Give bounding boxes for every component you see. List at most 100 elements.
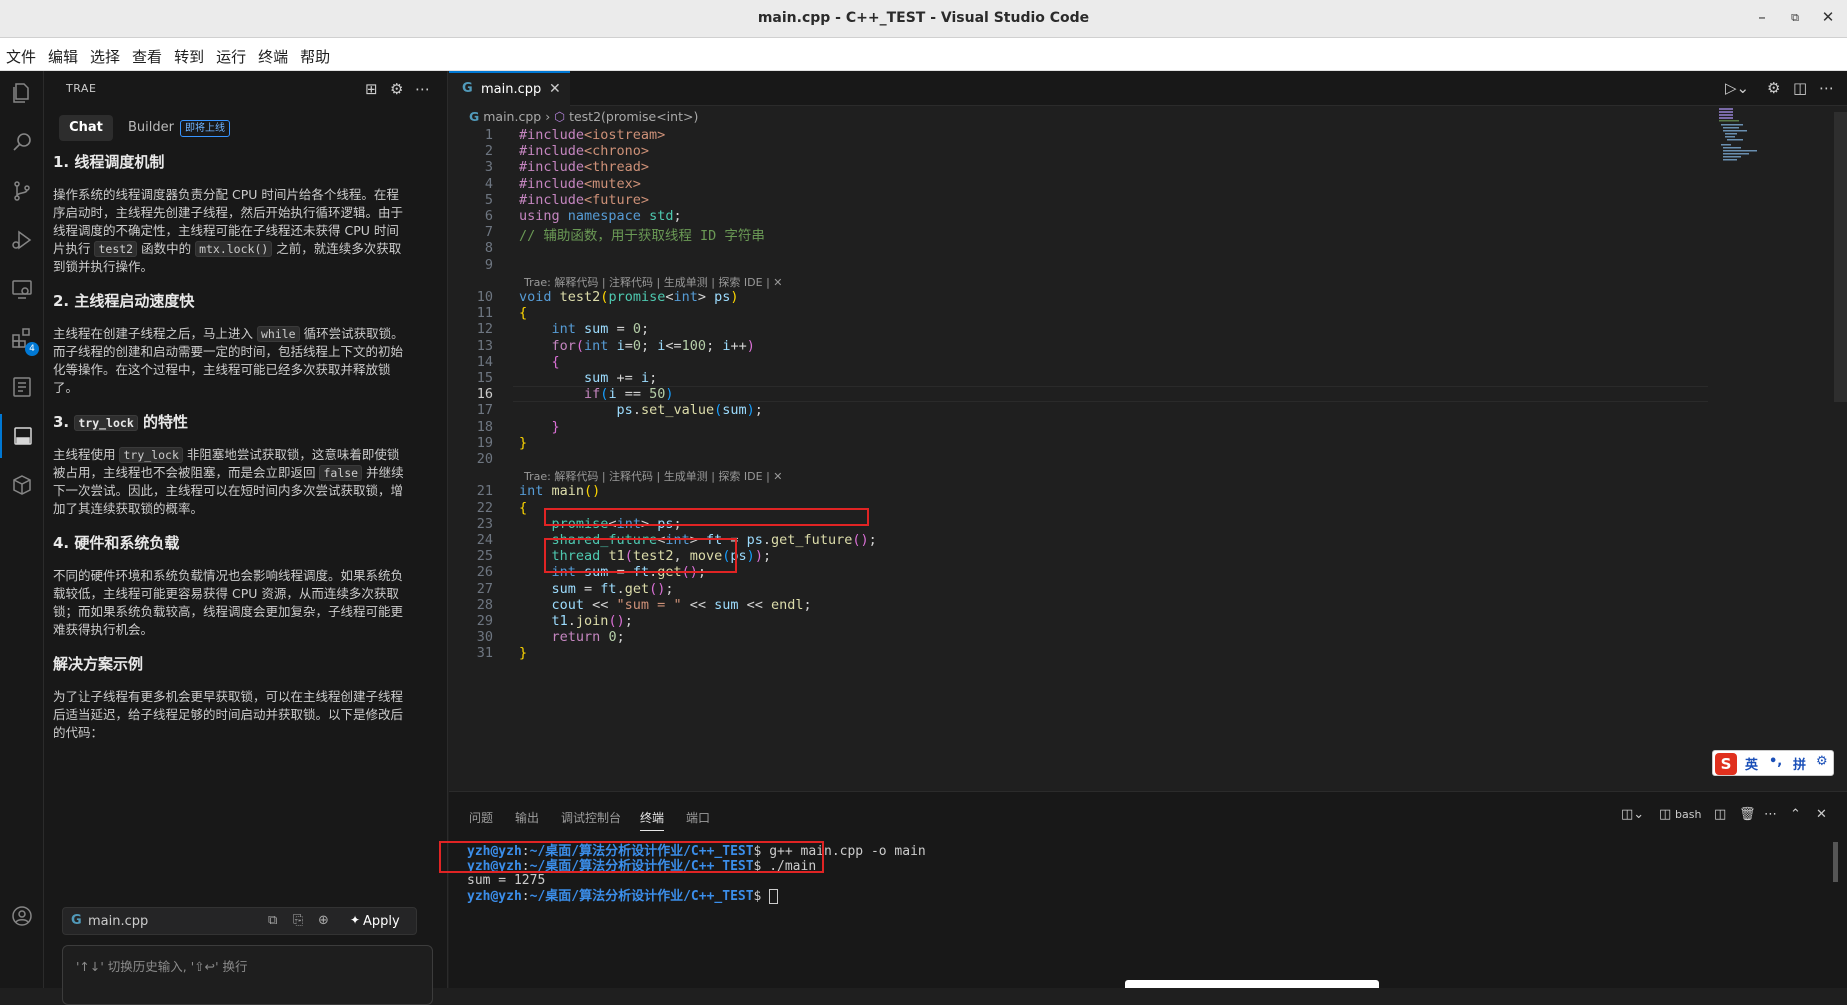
gear-icon[interactable]: ⚙ (1767, 79, 1780, 97)
maximize-panel-icon[interactable]: ⌃ (1790, 807, 1801, 822)
source-control-icon[interactable] (0, 169, 44, 213)
testing-icon[interactable] (0, 365, 44, 409)
line-number: 16 (476, 386, 493, 403)
code-line: int main() (519, 483, 601, 500)
search-icon[interactable] (0, 120, 44, 164)
restore-icon[interactable]: ⧉ (1785, 11, 1805, 25)
line-number: 8 (484, 240, 493, 257)
tab-chat[interactable]: Chat (59, 115, 113, 141)
apply-button[interactable]: Apply (363, 914, 400, 929)
section-body: 不同的硬件环境和系统负载情况也会影响线程调度。如果系统负载较低，主线程可能更容易… (53, 568, 404, 637)
close-window-icon[interactable]: ✕ (1818, 8, 1838, 26)
section-body: 为了让子线程有更多机会更早获取锁，可以在主线程创建子线程后适当延迟，给子线程足够… (53, 689, 404, 740)
panel-tab-output[interactable]: 输出 (515, 809, 539, 826)
ime-punctuation[interactable]: •, (1769, 754, 1782, 769)
close-panel-icon[interactable]: ✕ (1816, 807, 1827, 822)
panel-tab-problems[interactable]: 问题 (469, 809, 493, 826)
chat-input[interactable]: '↑↓' 切换历史输入, '⇧↩' 换行 (62, 945, 433, 1005)
ime-mode[interactable]: 拼 (1793, 754, 1806, 773)
menu-terminal[interactable]: 终端 (252, 38, 294, 71)
close-tab-icon[interactable]: ✕ (549, 81, 561, 97)
menu-help[interactable]: 帮助 (294, 38, 336, 71)
more-actions-icon[interactable]: ⋯ (1819, 79, 1834, 97)
editor-area: G main.cpp ✕ ▷⌄ ⚙ ◫ ⋯ G main.cpp › ⬡ tes… (449, 71, 1847, 791)
section-title: 3. try_lock 的特性 (53, 413, 188, 431)
codelens-actions[interactable]: Trae: 解释代码 | 注释代码 | 生成单测 | 探索 IDE | ✕ (524, 274, 783, 290)
split-editor-icon[interactable]: ◫ (1793, 79, 1807, 97)
terminal-line: yzh@yzh:~/桌面/算法分析设计作业/C++_TEST$ (467, 888, 1807, 905)
terminal-scrollbar[interactable] (1833, 842, 1838, 882)
menu-view[interactable]: 查看 (126, 38, 168, 71)
code-line: ps.set_value(sum); (616, 402, 763, 419)
code-line: void test2(promise<int> ps) (519, 289, 739, 305)
trae-chat-icon[interactable] (0, 414, 44, 458)
menu-edit[interactable]: 编辑 (42, 38, 84, 71)
new-chat-icon[interactable]: ⊞ (365, 80, 378, 98)
panel-tab-terminal[interactable]: 终端 (640, 809, 665, 831)
run-debug-icon[interactable] (0, 218, 44, 262)
line-number: 10 (476, 289, 493, 305)
terminal-line: sum = 1275 (467, 873, 546, 888)
line-number: 28 (476, 596, 493, 613)
code-line: #include<thread> (519, 159, 650, 176)
section-title: 2. 主线程启动速度快 (53, 292, 195, 310)
editor-scrollbar[interactable] (1834, 112, 1847, 402)
ime-language[interactable]: 英 (1745, 754, 1758, 773)
run-file-icon[interactable]: ▷⌄ (1725, 79, 1749, 97)
highlight-box-shared-future (544, 508, 869, 526)
code-line: sum = ft.get(); (551, 580, 674, 597)
split-terminal-icon[interactable]: ◫ (1714, 807, 1726, 822)
line-number: 7 (484, 224, 493, 241)
highlight-box-output (439, 841, 824, 873)
method-icon: ⬡ (554, 109, 566, 124)
new-terminal-icon[interactable]: ◫⌄ (1621, 807, 1644, 822)
menu-run[interactable]: 运行 (210, 38, 252, 71)
code-line: return 0; (551, 629, 625, 646)
line-number: 15 (476, 370, 493, 386)
code-line: using namespace std; (519, 208, 682, 224)
code-line: { (551, 353, 560, 370)
code-line: } (551, 418, 560, 435)
minimap[interactable] (1719, 108, 1779, 168)
code-line: #include<mutex> (519, 175, 641, 192)
terminal-shell-name[interactable]: bash (1675, 808, 1701, 821)
more-icon[interactable]: ⋯ (415, 80, 430, 98)
section-title: 解决方案示例 (53, 655, 144, 673)
container-icon[interactable] (0, 463, 44, 507)
tab-builder[interactable]: Builder (128, 115, 174, 141)
remote-explorer-icon[interactable] (0, 267, 44, 311)
codelens-actions[interactable]: Trae: 解释代码 | 注释代码 | 生成单测 | 探索 IDE | ✕ (524, 468, 783, 484)
panel-tab-debug-console[interactable]: 调试控制台 (561, 809, 621, 826)
code-line: #include<future> (519, 191, 650, 208)
more-icon[interactable]: ⋯ (1764, 807, 1777, 822)
panel-tab-ports[interactable]: 端口 (686, 809, 710, 826)
copy-icon[interactable]: ⧉ (268, 913, 277, 928)
cpp-file-icon: G (469, 109, 480, 124)
highlight-box-ft-get (544, 538, 737, 573)
bottom-panel: 问题 输出 调试控制台 终端 端口 ◫⌄ ◫ bash ◫ 🗑 ⋯ ⌃ ✕ yz… (439, 791, 1847, 988)
ime-settings-icon[interactable]: ⚙ (1816, 754, 1828, 769)
trae-side-panel: TRAE ⊞ ⚙ ⋯ Chat Builder 即将上线 1. 线程调度机制 操… (44, 71, 488, 988)
account-icon[interactable] (0, 894, 44, 938)
line-number: 24 (476, 532, 493, 548)
menu-file[interactable]: 文件 (0, 38, 42, 71)
explorer-icon[interactable] (0, 71, 44, 115)
line-number: 25 (476, 548, 493, 565)
insert-icon[interactable]: ⎘ (293, 913, 303, 928)
minimize-icon[interactable]: – (1752, 8, 1772, 26)
code-line: cout << "sum = " << sum << endl; (551, 596, 812, 613)
gear-icon[interactable]: ⚙ (390, 80, 403, 98)
line-number: 5 (484, 191, 493, 208)
breadcrumb-file[interactable]: main.cpp (483, 109, 541, 124)
extensions-icon[interactable]: 4 (0, 316, 44, 360)
code-line: #include<chrono> (519, 143, 650, 160)
tab-main-cpp[interactable]: G main.cpp ✕ (449, 71, 570, 106)
coming-soon-badge: 即将上线 (180, 120, 230, 137)
menu-selection[interactable]: 选择 (84, 38, 126, 71)
line-number: 1 (484, 127, 493, 143)
apply-icon: ✦ (350, 913, 361, 927)
trash-icon[interactable]: 🗑 (1739, 807, 1756, 822)
new-file-icon[interactable]: ⊕ (318, 913, 329, 928)
menu-go[interactable]: 转到 (168, 38, 210, 71)
breadcrumb-symbol[interactable]: test2(promise<int>) (569, 109, 698, 124)
